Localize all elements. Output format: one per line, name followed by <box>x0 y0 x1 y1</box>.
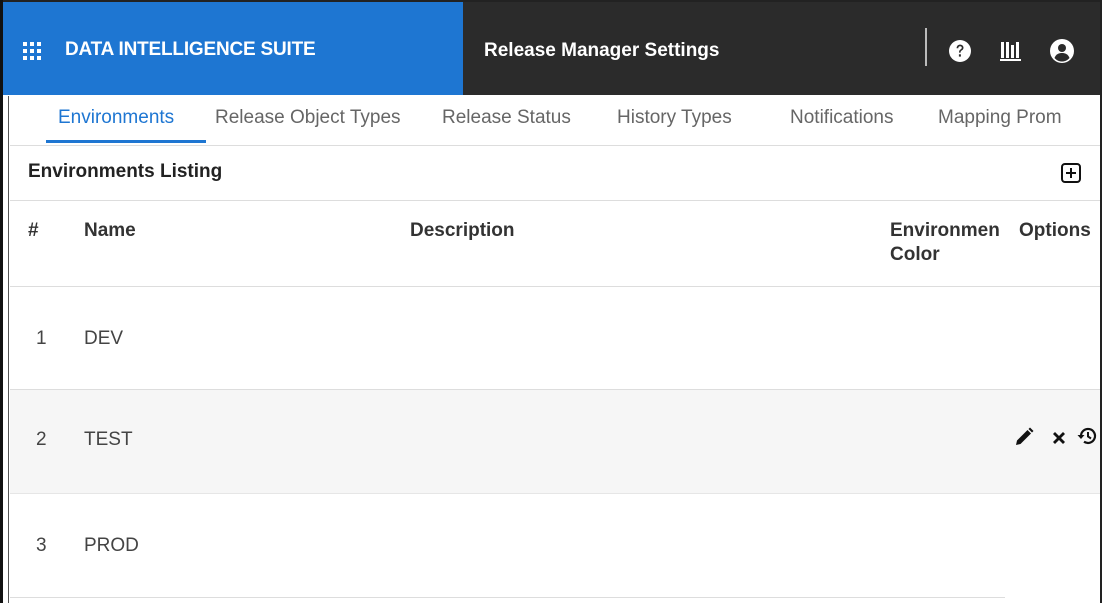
history-icon[interactable] <box>1076 425 1098 447</box>
add-environment-icon[interactable] <box>1061 163 1081 183</box>
help-icon[interactable] <box>947 38 973 64</box>
user-account-icon[interactable] <box>1049 38 1075 64</box>
tab-history-types[interactable]: History Types <box>617 107 732 129</box>
row-name: PROD <box>84 535 139 556</box>
library-icon[interactable] <box>998 38 1024 64</box>
tab-notifications[interactable]: Notifications <box>790 107 894 129</box>
header-divider <box>925 28 927 66</box>
delete-close-icon[interactable] <box>1048 427 1070 449</box>
col-description-header[interactable]: Description <box>410 219 515 243</box>
app-name[interactable]: DATA INTELLIGENCE SUITE <box>65 39 316 61</box>
row-name: DEV <box>84 328 124 349</box>
col-options-header: Options <box>1019 220 1091 241</box>
row-number: 3 <box>36 535 47 556</box>
listing-divider <box>10 200 1100 201</box>
app-header: DATA INTELLIGENCE SUITE Release Manager … <box>3 2 1100 95</box>
listing-title: Environments Listing <box>28 161 223 182</box>
col-env-color-header[interactable]: Environmen <box>890 219 1000 243</box>
active-tab-indicator <box>46 140 206 143</box>
settings-tabs: Environments Release Object Types Releas… <box>10 95 1100 146</box>
row-name: TEST <box>84 429 133 450</box>
top-bar: Release Manager Settings <box>463 2 1100 95</box>
table-row[interactable]: 3 PROD <box>10 494 1100 597</box>
col-env-color-header-line2: Color <box>890 244 940 265</box>
row-divider <box>10 597 1005 598</box>
table-row[interactable]: 1 DEV <box>10 287 1100 390</box>
table-row[interactable]: 2 TEST <box>10 390 1100 493</box>
brand-bar: DATA INTELLIGENCE SUITE <box>3 2 463 95</box>
tab-release-status[interactable]: Release Status <box>442 107 571 129</box>
page-title: Release Manager Settings <box>484 40 720 61</box>
col-name-header[interactable]: Name <box>84 219 136 243</box>
row-number: 2 <box>36 429 47 450</box>
row-number: 1 <box>36 328 47 349</box>
tab-environments[interactable]: Environments <box>58 107 174 129</box>
tab-release-object-types[interactable]: Release Object Types <box>215 107 401 129</box>
window-inner-border <box>8 96 9 603</box>
col-number-header: # <box>28 220 39 241</box>
edit-pencil-icon[interactable] <box>1013 426 1035 448</box>
apps-grid-icon[interactable] <box>23 42 41 60</box>
tab-mapping-promotion[interactable]: Mapping Prom <box>938 107 1062 129</box>
